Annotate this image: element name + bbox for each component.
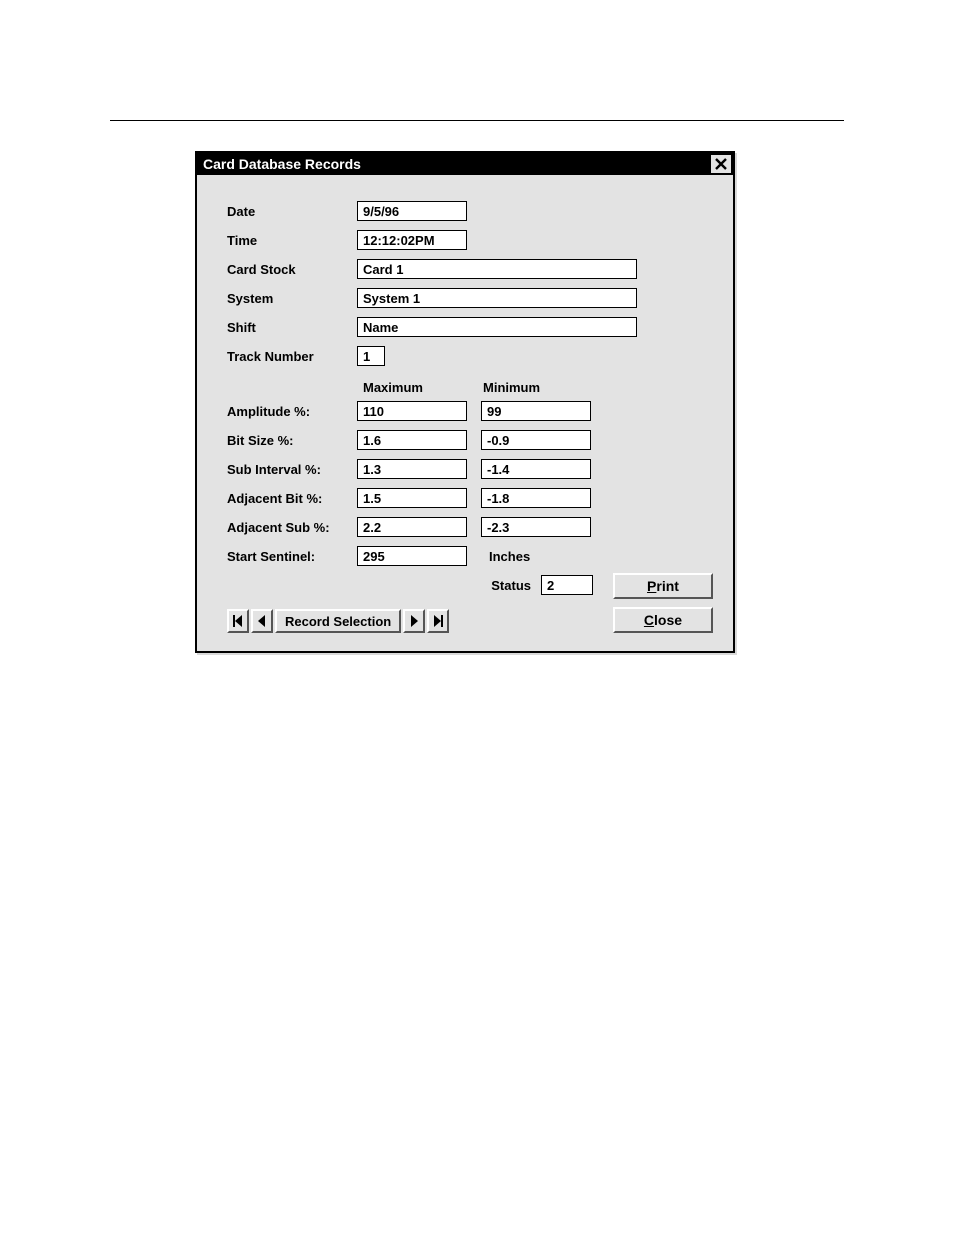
- adjacent-sub-label: Adjacent Sub %:: [227, 520, 357, 535]
- track-number-label: Track Number: [227, 349, 357, 364]
- track-number-field[interactable]: 1: [357, 346, 385, 366]
- shift-field[interactable]: Name: [357, 317, 637, 337]
- record-selection-label: Record Selection: [275, 609, 401, 633]
- card-stock-label: Card Stock: [227, 262, 357, 277]
- system-field[interactable]: System 1: [357, 288, 637, 308]
- page-divider: [110, 120, 844, 121]
- sub-interval-label: Sub Interval %:: [227, 462, 357, 477]
- dialog-body: Date 9/5/96 Time 12:12:02PM Card Stock C…: [197, 175, 733, 651]
- last-record-button[interactable]: [427, 609, 449, 633]
- close-label-rest: lose: [654, 612, 682, 628]
- amplitude-min-field[interactable]: 99: [481, 401, 591, 421]
- status-label: Status: [491, 578, 531, 593]
- start-sentinel-unit: Inches: [489, 549, 530, 564]
- next-record-button[interactable]: [403, 609, 425, 633]
- adjacent-bit-max-field[interactable]: 1.5: [357, 488, 467, 508]
- window-title: Card Database Records: [203, 156, 361, 172]
- date-label: Date: [227, 204, 357, 219]
- bit-size-label: Bit Size %:: [227, 433, 357, 448]
- min-header: Minimum: [481, 380, 591, 395]
- adjacent-bit-min-field[interactable]: -1.8: [481, 488, 591, 508]
- system-label: System: [227, 291, 357, 306]
- record-navigator: Record Selection: [227, 609, 451, 633]
- amplitude-label: Amplitude %:: [227, 404, 357, 419]
- close-icon[interactable]: [710, 154, 732, 174]
- bit-size-max-field[interactable]: 1.6: [357, 430, 467, 450]
- start-sentinel-field[interactable]: 295: [357, 546, 467, 566]
- print-label-rest: rint: [656, 578, 679, 594]
- adjacent-bit-label: Adjacent Bit %:: [227, 491, 357, 506]
- status-field[interactable]: 2: [541, 575, 593, 595]
- adjacent-sub-min-field[interactable]: -2.3: [481, 517, 591, 537]
- card-database-dialog: Card Database Records Date 9/5/96 Time 1…: [195, 151, 735, 653]
- column-headers: Maximum Minimum: [357, 380, 713, 395]
- max-header: Maximum: [357, 380, 481, 395]
- time-field[interactable]: 12:12:02PM: [357, 230, 467, 250]
- close-button[interactable]: Close: [613, 607, 713, 633]
- sub-interval-min-field[interactable]: -1.4: [481, 459, 591, 479]
- time-label: Time: [227, 233, 357, 248]
- prev-record-button[interactable]: [251, 609, 273, 633]
- close-mnemonic: C: [644, 612, 654, 628]
- amplitude-max-field[interactable]: 110: [357, 401, 467, 421]
- print-mnemonic: P: [647, 578, 656, 594]
- adjacent-sub-max-field[interactable]: 2.2: [357, 517, 467, 537]
- shift-label: Shift: [227, 320, 357, 335]
- first-record-button[interactable]: [227, 609, 249, 633]
- start-sentinel-label: Start Sentinel:: [227, 549, 357, 564]
- print-button[interactable]: Print: [613, 573, 713, 599]
- date-field[interactable]: 9/5/96: [357, 201, 467, 221]
- sub-interval-max-field[interactable]: 1.3: [357, 459, 467, 479]
- bit-size-min-field[interactable]: -0.9: [481, 430, 591, 450]
- titlebar: Card Database Records: [197, 153, 733, 175]
- card-stock-field[interactable]: Card 1: [357, 259, 637, 279]
